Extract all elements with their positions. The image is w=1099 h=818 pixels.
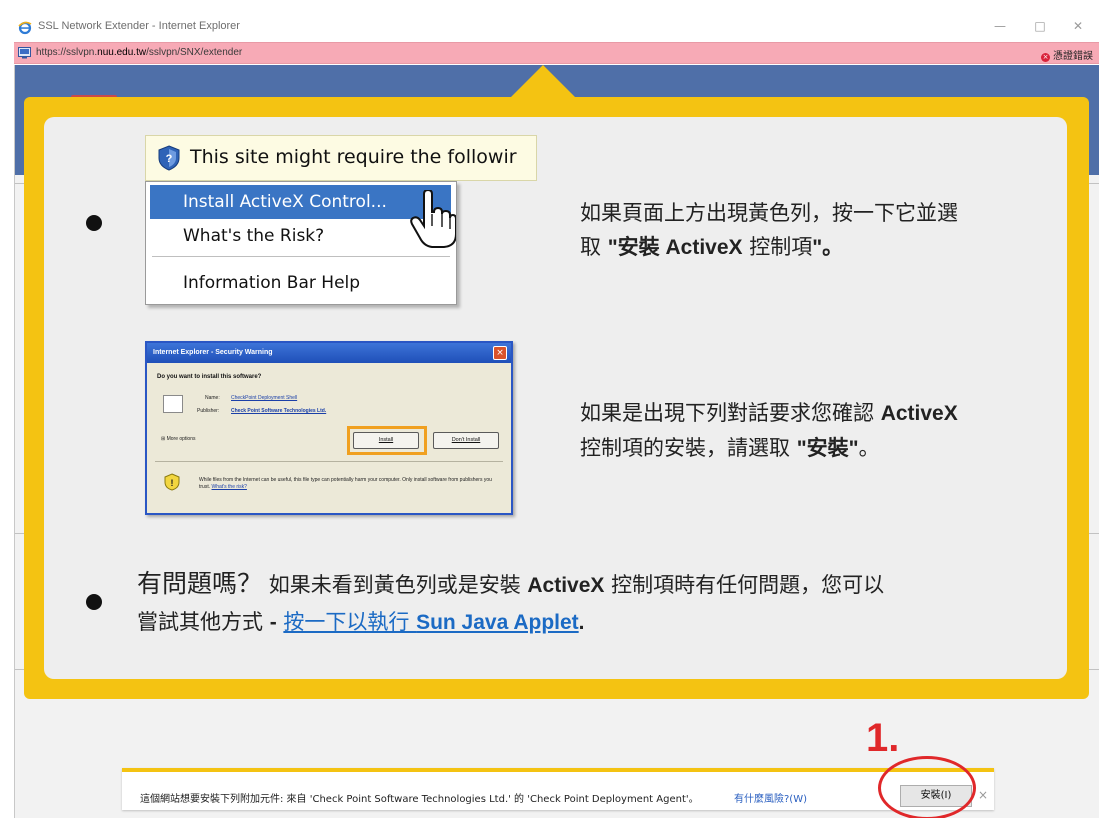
shield-icon: ?	[158, 145, 180, 171]
menu-item-whats-risk: What's the Risk?	[183, 226, 325, 246]
svg-text:?: ?	[166, 153, 173, 165]
bullet	[86, 594, 102, 610]
dialog-publisher-label: Publisher:	[197, 408, 220, 414]
menu-item-install-activex: Install ActiveX Control...	[150, 185, 451, 219]
warning-shield-icon: !	[164, 473, 180, 491]
dialog-name-label: Name:	[205, 395, 220, 401]
dialog-separator	[155, 461, 503, 462]
hand-cursor-icon	[410, 190, 456, 248]
window-title: SSL Network Extender - Internet Explorer	[38, 20, 240, 32]
window-titlebar: SSL Network Extender - Internet Explorer…	[0, 0, 1099, 40]
dialog-title: Internet Explorer - Security Warning	[147, 343, 511, 363]
menu-item-info-bar-help: Information Bar Help	[183, 273, 361, 293]
step2-instruction: 如果是出現下列對話要求您確認 ActiveX 控制項的安裝，請選取 "安裝"。	[580, 396, 1060, 466]
step1-line-a: 如果頁面上方出現黃色列，按一下它並選	[580, 201, 958, 225]
info-bar-illustration: ? This site might require the followir	[145, 135, 537, 181]
maximize-button[interactable]: □	[1030, 18, 1050, 34]
security-warning-dialog-illustration: Internet Explorer - Security Warning × D…	[145, 341, 513, 515]
step2-line-a: 如果是出現下列對話要求您確認 ActiveX	[580, 401, 958, 425]
dialog-close-icon: ×	[493, 346, 507, 360]
notification-close-button[interactable]: ×	[978, 788, 988, 802]
dialog-publisher-value: Check Point Software Technologies Ltd.	[231, 408, 327, 414]
dialog-name-value: CheckPoint Deployment Shell	[231, 395, 298, 401]
address-bar[interactable]: https://sslvpn.nuu.edu.tw/sslvpn/SNX/ext…	[14, 42, 1099, 64]
annotation-step-number: 1.	[866, 716, 900, 760]
svg-text:!: !	[171, 478, 174, 488]
highlight-circle	[878, 756, 976, 818]
troubleshoot-text: 有問題嗎？ 如果未看到黃色列或是安裝 ActiveX 控制項時有任何問題，您可以…	[137, 566, 1067, 641]
notification-message: 這個網站想要安裝下列附加元件: 來自 'Check Point Software…	[140, 794, 699, 805]
bullet	[86, 215, 102, 231]
dialog-more-options: ⊞ More options	[161, 436, 196, 442]
error-icon: ×	[1041, 53, 1050, 62]
dialog-dont-install-button: Don't Install	[433, 432, 499, 449]
whats-the-risk-link[interactable]: 有什麼風險?(W)	[734, 790, 807, 805]
close-button[interactable]: ✕	[1068, 18, 1088, 34]
step2-line-b: 控制項的安裝，請選取 "安裝"。	[580, 436, 880, 460]
minimize-button[interactable]: —	[990, 18, 1010, 34]
menu-separator	[152, 256, 450, 257]
install-highlight	[347, 426, 427, 455]
software-icon	[163, 395, 183, 413]
run-java-applet-link[interactable]: 按一下以執行 Sun Java Applet	[283, 610, 578, 634]
addon-notification-bar: 這個網站想要安裝下列附加元件: 來自 'Check Point Software…	[122, 768, 994, 810]
dialog-question: Do you want to install this software?	[157, 374, 262, 380]
dialog-warning-text: While files from the Internet can be use…	[199, 477, 492, 490]
step1-line-b: 取 "安裝 ActiveX 控制項"。	[580, 235, 844, 259]
certificate-error[interactable]: × 憑證錯誤	[1041, 47, 1093, 62]
ie-icon	[18, 21, 32, 35]
troubleshoot-line-a: 有問題嗎？ 如果未看到黃色列或是安裝 ActiveX 控制項時有任何問題，您可以	[137, 569, 885, 598]
step1-instruction: 如果頁面上方出現黃色列，按一下它並選 取 "安裝 ActiveX 控制項"。	[580, 196, 1060, 265]
info-bar-text: This site might require the followir	[190, 146, 517, 168]
page-icon	[18, 47, 31, 59]
troubleshoot-line-b: 嘗試其他方式 - 按一下以執行 Sun Java Applet.	[137, 610, 585, 634]
address-url[interactable]: https://sslvpn.nuu.edu.tw/sslvpn/SNX/ext…	[36, 47, 242, 58]
